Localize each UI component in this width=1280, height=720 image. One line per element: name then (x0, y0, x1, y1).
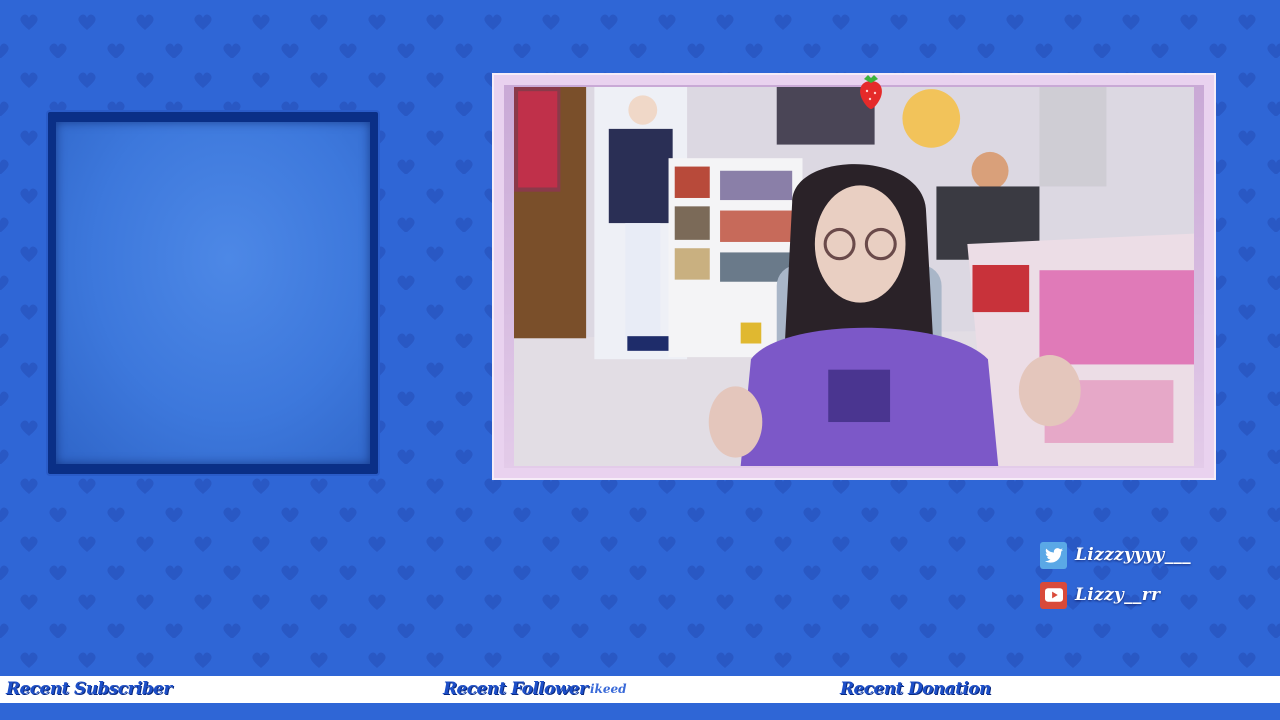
empty-scene-panel (48, 112, 378, 474)
strawberry-icon (860, 75, 882, 109)
empty-scene-panel-inner (56, 122, 370, 464)
social-links: Lizzzyyyy___ Lizzy__rr (1040, 541, 1191, 621)
webcam-feed (514, 87, 1194, 466)
recent-donation-label: Recent Donation (840, 679, 991, 699)
recent-follower-label: Recent Follower (443, 679, 588, 699)
youtube-handle: Lizzy__rr (1075, 585, 1161, 605)
twitter-handle: Lizzzyyyy___ (1075, 545, 1191, 565)
twitter-bird-icon (1040, 541, 1067, 569)
recent-events-ticker: Recent Subscriber Recent Follower ikeed … (0, 676, 1280, 703)
social-twitter[interactable]: Lizzzyyyy___ (1040, 541, 1191, 569)
youtube-play-icon (1040, 581, 1067, 609)
recent-follower-value: ikeed (590, 682, 627, 696)
recent-subscriber-label: Recent Subscriber (6, 679, 172, 699)
webcam-scene-image (514, 87, 1194, 466)
ticker-bottom-strip (0, 703, 1280, 720)
social-youtube[interactable]: Lizzy__rr (1040, 581, 1191, 609)
webcam-frame (492, 73, 1216, 480)
